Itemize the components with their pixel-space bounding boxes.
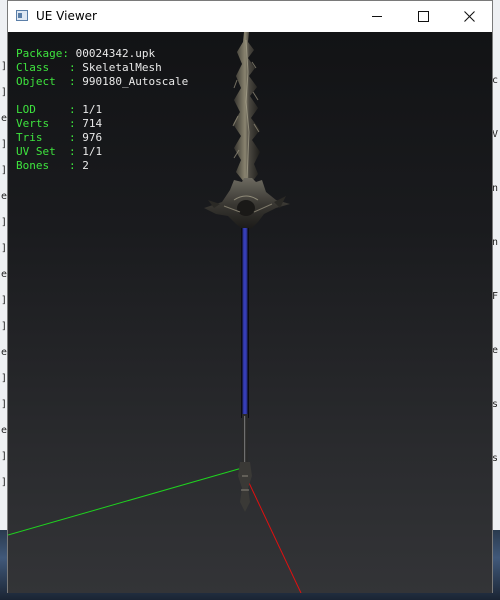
mesh-info-overlay: Package: 00024342.upk Class : SkeletalMe… (16, 47, 188, 173)
info-verts: Verts : 714 (16, 117, 188, 131)
info-package: Package: 00024342.upk (16, 47, 188, 61)
y-axis-line (8, 467, 243, 536)
window-title: UE Viewer (36, 9, 97, 23)
info-bones: Bones : 2 (16, 159, 188, 173)
info-value: 00024342.upk (75, 47, 156, 60)
title-bar[interactable]: UE Viewer (8, 1, 492, 32)
info-value: 976 (82, 131, 103, 144)
minimize-button[interactable] (354, 1, 400, 32)
info-value: 2 (82, 159, 89, 172)
info-tris: Tris : 976 (16, 131, 188, 145)
info-uv-set: UV Set : 1/1 (16, 145, 188, 159)
info-value: 1/1 (82, 103, 103, 116)
sword-crossguard (204, 178, 290, 230)
info-value: 1/1 (82, 145, 103, 158)
info-label: Class : (16, 61, 83, 74)
info-label: Tris : (16, 131, 83, 144)
ue-viewer-window: UE Viewer Package: 00024342.upk Class: … (7, 0, 493, 593)
app-window-icon[interactable] (16, 10, 28, 21)
x-axis-line (241, 467, 302, 593)
info-value: 990180_Autoscale (82, 75, 189, 88)
maximize-button[interactable] (400, 1, 446, 32)
sword-blade (232, 32, 260, 182)
maximize-icon (417, 11, 429, 22)
info-value: SkeletalMesh (82, 61, 162, 74)
sword-pommel (238, 462, 252, 512)
info-label: Verts : (16, 117, 83, 130)
sword-shaft (241, 228, 249, 464)
info-label: Bones : (16, 159, 83, 172)
close-button[interactable] (446, 1, 492, 32)
minimize-icon (372, 16, 382, 17)
info-value: 714 (82, 117, 103, 130)
info-label: LOD : (16, 103, 83, 116)
close-icon (463, 11, 475, 22)
info-label: Object : (16, 75, 83, 88)
3d-viewport[interactable]: Package: 00024342.upk Class : SkeletalMe… (8, 32, 492, 593)
info-lod: LOD : 1/1 (16, 103, 188, 117)
info-object: Object : 990180_Autoscale (16, 75, 188, 89)
info-class: Class : SkeletalMesh (16, 61, 188, 75)
info-label: Package: (16, 47, 76, 60)
info-label: UV Set : (16, 145, 83, 158)
